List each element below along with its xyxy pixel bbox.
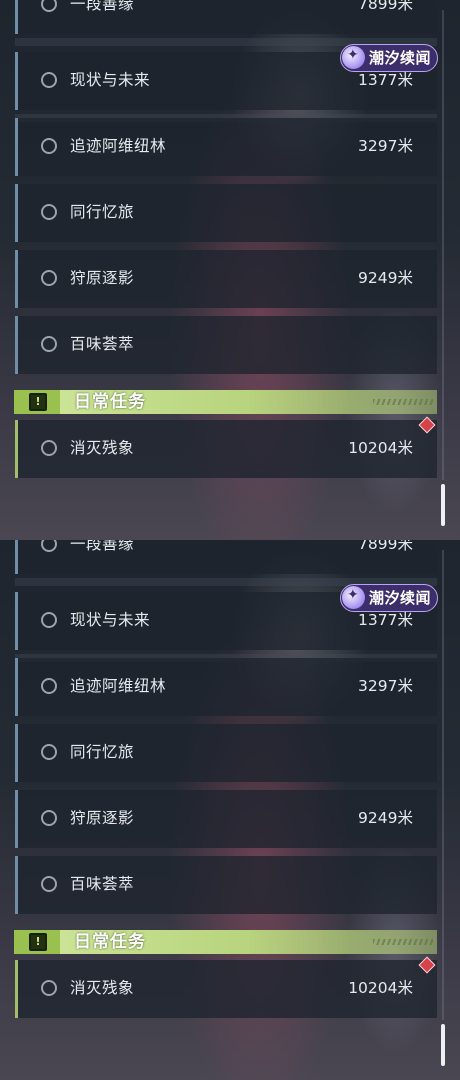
badge-label: 潮汐续闻 (369, 49, 432, 67)
quest-row[interactable]: 一段善缘 7899米 (15, 0, 437, 34)
daily-tasks-header[interactable]: ! 日常任务 (14, 930, 437, 954)
quest-row[interactable]: 狩原逐影 9249米 (15, 250, 437, 308)
quest-distance: 9249米 (358, 809, 413, 827)
quest-status-circle-icon (41, 336, 57, 352)
quest-name: 一段善缘 (70, 540, 135, 553)
quest-status-circle-icon (41, 204, 57, 220)
daily-tasks-header[interactable]: ! 日常任务 (14, 390, 437, 414)
scrollbar-thumb[interactable] (441, 1024, 445, 1066)
quest-name: 狩原逐影 (70, 809, 135, 827)
tide-news-badge[interactable]: 潮汐续闻 (340, 44, 438, 72)
daily-header-icon-block: ! (14, 930, 60, 954)
sparkle-icon (342, 46, 365, 69)
quest-name: 百味荟萃 (70, 335, 135, 353)
quest-name: 狩原逐影 (70, 269, 135, 287)
scrollbar-track[interactable] (442, 550, 444, 1020)
quest-name: 同行忆旅 (70, 743, 135, 761)
quest-status-circle-icon (41, 678, 57, 694)
quest-distance: 10204米 (348, 979, 413, 997)
quest-status-circle-icon (41, 980, 57, 996)
tide-news-badge[interactable]: 潮汐续闻 (340, 584, 438, 612)
daily-quest-row[interactable]: 消灭残象 10204米 (15, 420, 437, 478)
quest-distance: 9249米 (358, 269, 413, 287)
quest-row[interactable]: 百味荟萃 (15, 316, 437, 374)
quest-distance: 10204米 (348, 439, 413, 457)
quest-status-circle-icon (41, 440, 57, 456)
quest-row[interactable]: 一段善缘 7899米 (15, 540, 437, 574)
quest-status-circle-icon (41, 0, 57, 12)
quest-status-circle-icon (41, 270, 57, 286)
daily-tasks-title: 日常任务 (74, 392, 146, 412)
quest-name: 消灭残象 (70, 979, 135, 997)
quest-name: 现状与未来 (70, 71, 151, 89)
quest-status-circle-icon (41, 810, 57, 826)
quest-distance: 3297米 (358, 137, 413, 155)
quest-row[interactable]: 狩原逐影 9249米 (15, 790, 437, 848)
quest-status-circle-icon (41, 876, 57, 892)
quest-status-circle-icon (41, 72, 57, 88)
exclamation-icon: ! (29, 933, 47, 951)
quest-panel-bottom: 一段善缘 7899米 现状与未来 1377米 追迹阿维纽林 3297米 同行忆旅… (0, 540, 460, 1080)
quest-row[interactable]: 追迹阿维纽林 3297米 (15, 118, 437, 176)
daily-tasks-title: 日常任务 (74, 932, 146, 952)
sparkle-icon (342, 586, 365, 609)
quest-name: 追迹阿维纽林 (70, 677, 167, 695)
scrollbar-track[interactable] (442, 10, 444, 480)
quest-name: 一段善缘 (70, 0, 135, 13)
quest-distance: 3297米 (358, 677, 413, 695)
quest-row[interactable]: 百味荟萃 (15, 856, 437, 914)
quest-row[interactable]: 同行忆旅 (15, 724, 437, 782)
quest-distance: 7899米 (358, 0, 413, 13)
badge-label: 潮汐续闻 (369, 589, 432, 607)
quest-row[interactable]: 追迹阿维纽林 3297米 (15, 658, 437, 716)
quest-panel-top: 一段善缘 7899米 现状与未来 1377米 追迹阿维纽林 3297米 同行忆旅… (0, 0, 460, 540)
quest-status-circle-icon (41, 612, 57, 628)
quest-name: 百味荟萃 (70, 875, 135, 893)
quest-name: 现状与未来 (70, 611, 151, 629)
quest-name: 消灭残象 (70, 439, 135, 457)
quest-row[interactable]: 同行忆旅 (15, 184, 437, 242)
exclamation-icon: ! (29, 393, 47, 411)
quest-status-circle-icon (41, 138, 57, 154)
header-stripe-decoration (373, 399, 433, 405)
quest-name: 追迹阿维纽林 (70, 137, 167, 155)
quest-status-circle-icon (41, 540, 57, 552)
header-stripe-decoration (373, 939, 433, 945)
daily-header-icon-block: ! (14, 390, 60, 414)
scrollbar-thumb[interactable] (441, 484, 445, 526)
daily-quest-row[interactable]: 消灭残象 10204米 (15, 960, 437, 1018)
quest-distance: 7899米 (358, 540, 413, 553)
quest-name: 同行忆旅 (70, 203, 135, 221)
quest-status-circle-icon (41, 744, 57, 760)
